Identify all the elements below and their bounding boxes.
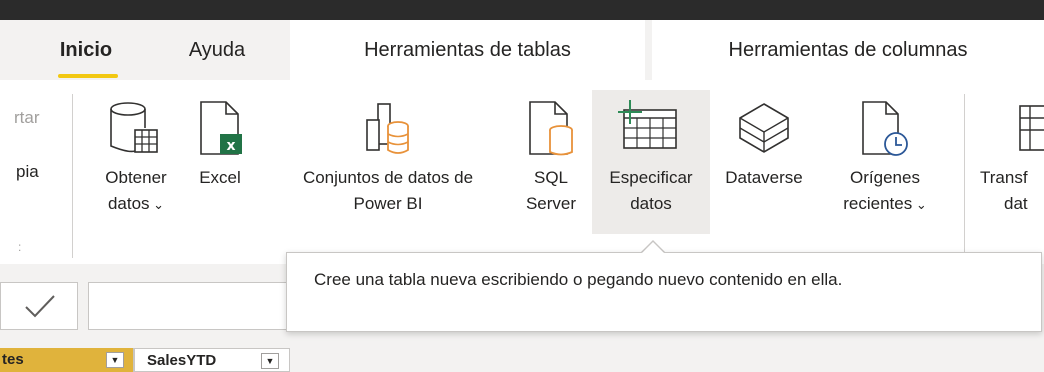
tooltip-arrow-fill xyxy=(642,242,664,253)
origenes-recientes-label-1: Orígenes xyxy=(850,168,920,187)
enter-data-icon xyxy=(614,98,680,161)
especificar-datos-label-2: datos xyxy=(630,194,672,213)
svg-text:x: x xyxy=(226,138,235,154)
excel-label: Excel xyxy=(199,168,241,187)
ribbon-separator xyxy=(964,94,965,258)
formula-commit-button[interactable] xyxy=(0,282,78,330)
especificar-datos-button[interactable]: Especificar datos xyxy=(592,90,710,234)
database-table-icon xyxy=(108,100,160,163)
column-header-label: SalesYTD xyxy=(147,352,217,369)
excel-file-icon: x xyxy=(198,100,244,163)
checkmark-icon xyxy=(23,293,57,324)
export-label-fragment[interactable]: rtar xyxy=(14,108,40,128)
transform-data-icon xyxy=(1016,100,1044,163)
chevron-down-icon: ⌄ xyxy=(149,197,165,212)
obtener-datos-label-2: datos ⌄ xyxy=(107,194,165,213)
column-header-selected[interactable]: tes ▼ xyxy=(0,348,134,372)
sql-server-button[interactable]: SQL Server xyxy=(515,98,587,238)
power-bi-datasets-label-1: Conjuntos de datos de xyxy=(302,168,474,187)
transformar-datos-button[interactable]: Transf dat xyxy=(980,98,1044,238)
window-top-bar xyxy=(0,0,1044,20)
tab-inicio[interactable]: Inicio xyxy=(46,20,126,80)
formula-input[interactable] xyxy=(88,282,298,330)
tooltip: Cree una tabla nueva escribiendo o pegan… xyxy=(286,252,1042,332)
origenes-recientes-label-2: recientes ⌄ xyxy=(843,194,927,213)
obtener-datos-label-1: Obtener xyxy=(105,168,167,187)
sql-server-label-1: SQL xyxy=(533,168,569,187)
dataverse-button[interactable]: Dataverse xyxy=(712,98,816,238)
ribbon-separator xyxy=(72,94,73,258)
active-tab-indicator xyxy=(58,74,118,78)
origenes-recientes-button[interactable]: Orígenes recientes ⌄ xyxy=(826,98,944,238)
dataverse-icon xyxy=(736,100,792,163)
recent-sources-icon xyxy=(860,100,910,163)
power-bi-datasets-button[interactable]: Conjuntos de datos de Power BI xyxy=(265,98,511,238)
copy-label-fragment[interactable]: pia xyxy=(16,162,39,182)
tab-herramientas-de-columnas[interactable]: Herramientas de columnas xyxy=(652,20,1044,80)
tooltip-text: Cree una tabla nueva escribiendo o pegan… xyxy=(314,270,843,289)
sql-server-label-2: Server xyxy=(525,194,577,213)
power-bi-datasets-icon xyxy=(362,100,412,163)
group-label-fragment: : xyxy=(18,240,22,254)
power-bi-datasets-label-2: Power BI xyxy=(353,194,423,213)
column-filter-dropdown-icon[interactable]: ▼ xyxy=(106,352,124,368)
column-header-salesytd[interactable]: SalesYTD ▼ xyxy=(134,348,290,372)
excel-button[interactable]: x Excel xyxy=(190,98,250,238)
obtener-datos-button[interactable]: Obtener datos ⌄ xyxy=(88,98,184,238)
column-header-label: tes xyxy=(2,351,24,368)
transformar-datos-label-2: dat xyxy=(1004,194,1028,213)
transformar-datos-label-1: Transf xyxy=(980,168,1028,187)
dataverse-label: Dataverse xyxy=(725,168,803,187)
sql-server-icon xyxy=(527,100,575,163)
column-filter-dropdown-icon[interactable]: ▼ xyxy=(261,353,279,369)
tab-ayuda[interactable]: Ayuda xyxy=(172,20,262,80)
chevron-down-icon: ⌄ xyxy=(912,197,927,212)
ribbon-tab-row: Inicio Ayuda Herramientas de tablas Herr… xyxy=(0,20,1044,80)
tab-herramientas-de-tablas[interactable]: Herramientas de tablas xyxy=(290,20,645,80)
especificar-datos-label-1: Especificar xyxy=(609,168,693,187)
